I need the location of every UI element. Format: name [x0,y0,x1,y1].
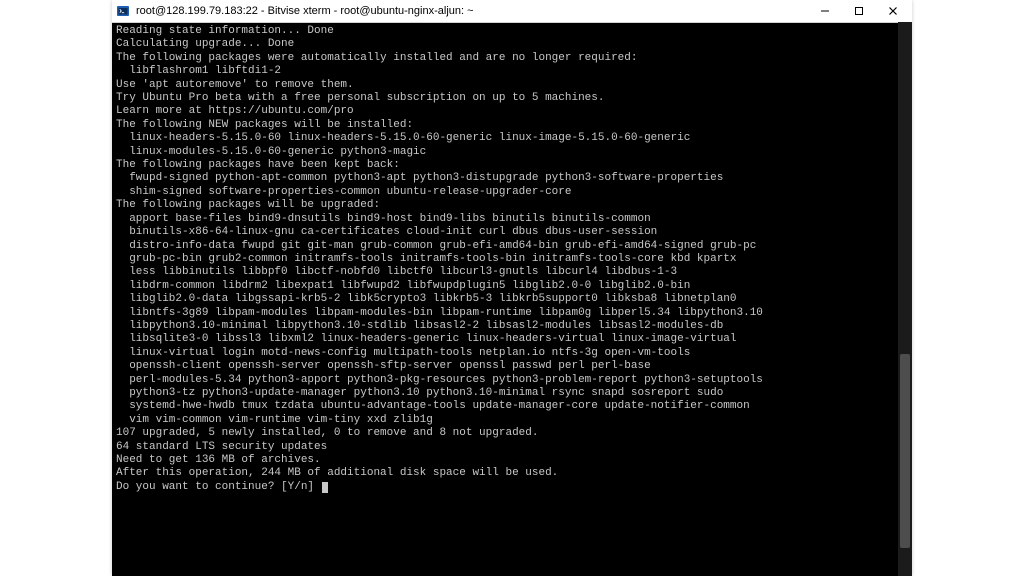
terminal-line: libsqlite3-0 libssl3 libxml2 linux-heade… [116,333,908,346]
terminal-line: linux-headers-5.15.0-60 linux-headers-5.… [116,132,908,145]
terminal-line: libflashrom1 libftdi1-2 [116,65,908,78]
terminal-cursor [322,482,328,493]
terminal-line: 107 upgraded, 5 newly installed, 0 to re… [116,427,908,440]
close-button[interactable] [876,0,910,22]
terminal-line: libdrm-common libdrm2 libexpat1 libfwupd… [116,280,908,293]
terminal-line: The following packages will be upgraded: [116,199,908,212]
maximize-button[interactable] [842,0,876,22]
terminal-line: Need to get 136 MB of archives. [116,454,908,467]
terminal-line: perl-modules-5.34 python3-apport python3… [116,374,908,387]
terminal-line: less libbinutils libbpf0 libctf-nobfd0 l… [116,266,908,279]
window-title: root@128.199.79.183:22 - Bitvise xterm -… [136,5,808,17]
minimize-button[interactable] [808,0,842,22]
terminal-line: fwupd-signed python-apt-common python3-a… [116,172,908,185]
app-icon [116,4,130,18]
terminal-line: distro-info-data fwupd git git-man grub-… [116,240,908,253]
terminal-line: The following packages were automaticall… [116,52,908,65]
terminal-line: The following packages have been kept ba… [116,159,908,172]
terminal-line: vim vim-common vim-runtime vim-tiny xxd … [116,414,908,427]
terminal-line: After this operation, 244 MB of addition… [116,467,908,480]
terminal-line: linux-modules-5.15.0-60-generic python3-… [116,146,908,159]
terminal-line: Try Ubuntu Pro beta with a free personal… [116,92,908,105]
terminal-line: linux-virtual login motd-news-config mul… [116,347,908,360]
terminal-line: Do you want to continue? [Y/n] [116,481,908,494]
titlebar[interactable]: root@128.199.79.183:22 - Bitvise xterm -… [112,0,912,23]
terminal-output[interactable]: Reading state information... DoneCalcula… [112,23,912,576]
window-controls [808,0,910,22]
terminal-line: openssh-client openssh-server openssh-sf… [116,360,908,373]
terminal-line: 64 standard LTS security updates [116,441,908,454]
terminal-line: grub-pc-bin grub2-common initramfs-tools… [116,253,908,266]
terminal-line: libpython3.10-minimal libpython3.10-stdl… [116,320,908,333]
scrollbar[interactable] [898,22,912,576]
terminal-line: Reading state information... Done [116,25,908,38]
terminal-window: root@128.199.79.183:22 - Bitvise xterm -… [112,0,912,576]
terminal-line: Use 'apt autoremove' to remove them. [116,79,908,92]
terminal-line: apport base-files bind9-dnsutils bind9-h… [116,213,908,226]
terminal-line: Learn more at https://ubuntu.com/pro [116,105,908,118]
terminal-line: libglib2.0-data libgssapi-krb5-2 libk5cr… [116,293,908,306]
terminal-line: Calculating upgrade... Done [116,38,908,51]
terminal-line: The following NEW packages will be insta… [116,119,908,132]
terminal-line: binutils-x86-64-linux-gnu ca-certificate… [116,226,908,239]
terminal-line: libntfs-3g89 libpam-modules libpam-modul… [116,307,908,320]
terminal-line: systemd-hwe-hwdb tmux tzdata ubuntu-adva… [116,400,908,413]
scrollbar-thumb[interactable] [900,354,910,548]
terminal-line: python3-tz python3-update-manager python… [116,387,908,400]
terminal-line: shim-signed software-properties-common u… [116,186,908,199]
